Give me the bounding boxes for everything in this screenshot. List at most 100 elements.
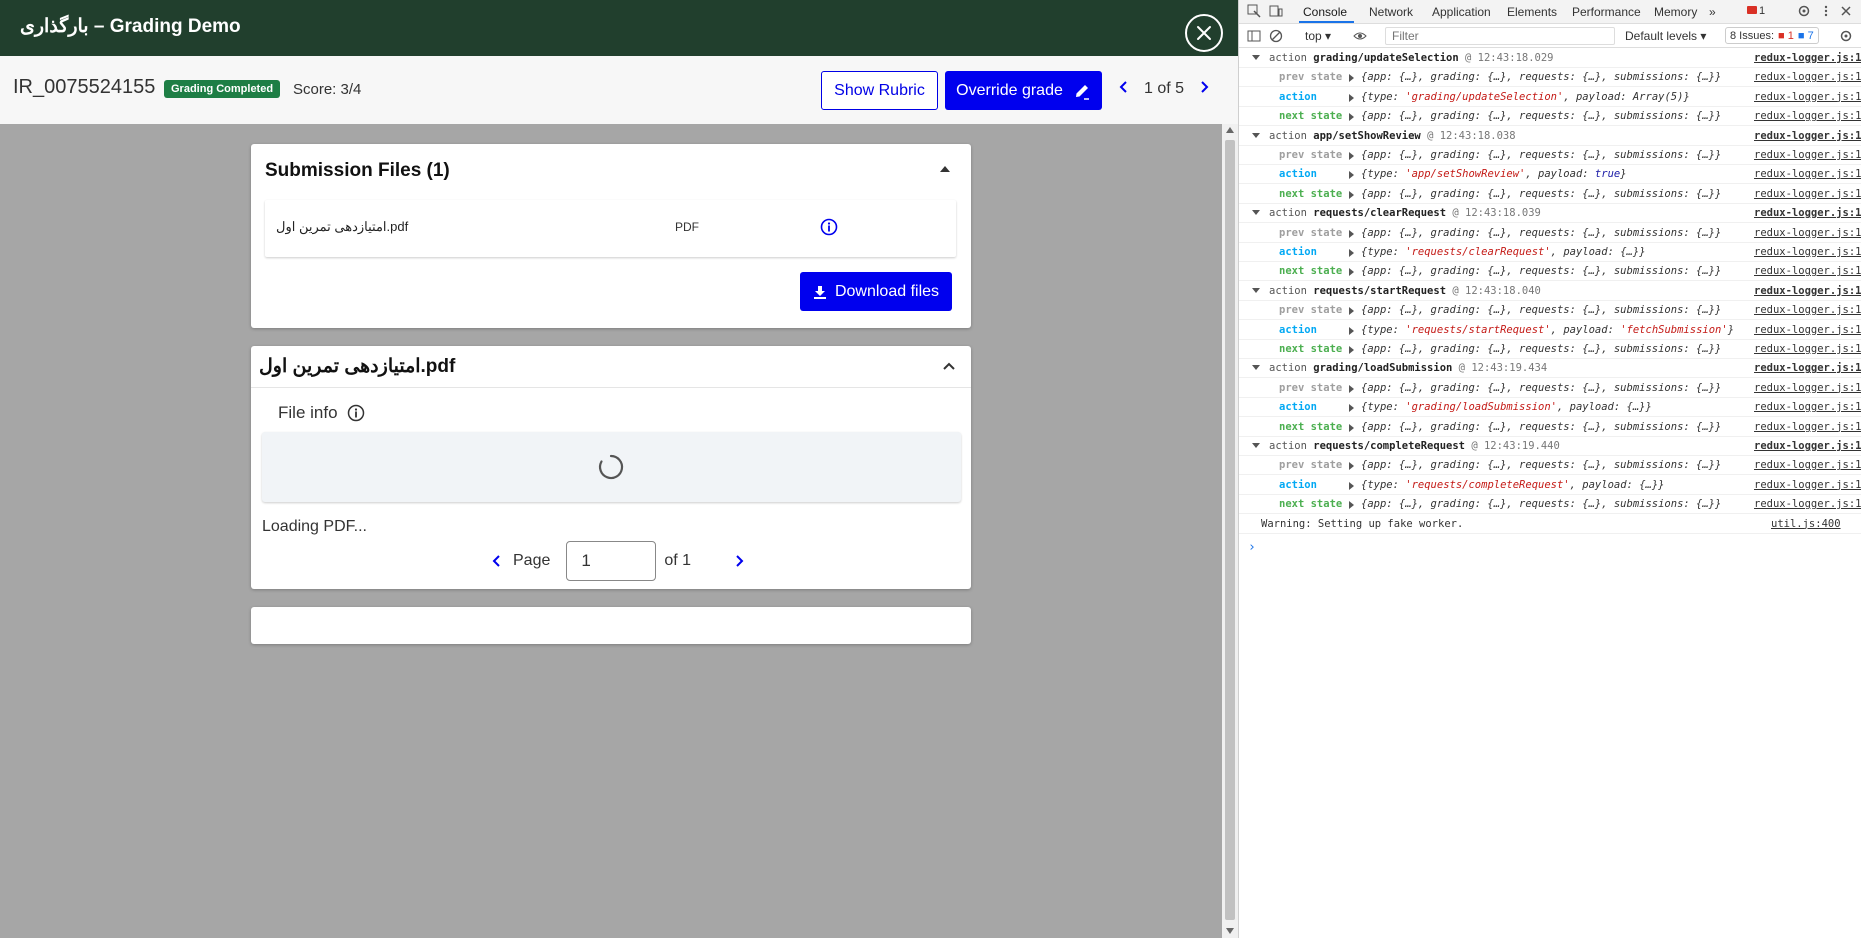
expand-triangle-icon[interactable] xyxy=(1349,384,1354,393)
source-link[interactable]: redux-logger.js:1 xyxy=(1754,246,1861,258)
more-tabs-icon[interactable]: » xyxy=(1709,5,1716,19)
settings-gear-icon[interactable] xyxy=(1797,4,1811,18)
scroll-thumb[interactable] xyxy=(1225,140,1235,920)
collapse-caret-icon[interactable] xyxy=(940,166,950,172)
expand-triangle-icon[interactable] xyxy=(1349,268,1354,277)
expand-triangle-icon[interactable] xyxy=(1349,462,1354,471)
log-prev-state-row[interactable]: prev state {app: {…}, grading: {…}, reque… xyxy=(1239,224,1861,243)
sidebar-toggle-icon[interactable] xyxy=(1247,29,1261,43)
context-selector[interactable]: top ▾ xyxy=(1305,29,1331,43)
source-link[interactable]: redux-logger.js:1 xyxy=(1754,343,1861,355)
expand-triangle-icon[interactable] xyxy=(1349,152,1354,160)
source-link[interactable]: redux-logger.js:1 xyxy=(1754,71,1861,83)
expand-triangle-icon[interactable] xyxy=(1349,346,1354,354)
expand-triangle-icon[interactable] xyxy=(1349,113,1354,122)
source-link[interactable]: redux-logger.js:1 xyxy=(1754,304,1861,316)
scroll-down-arrow-icon[interactable] xyxy=(1226,928,1234,934)
expand-triangle-icon[interactable] xyxy=(1349,171,1354,180)
log-action-row[interactable]: action {type: 'requests/clearRequest', pa… xyxy=(1239,243,1861,262)
source-link[interactable]: redux-logger.js:1 xyxy=(1754,168,1861,180)
page-number-input[interactable] xyxy=(566,541,657,581)
file-row[interactable]: امتیازدهی تمرین اول.pdf PDF xyxy=(265,200,956,257)
expand-triangle-icon[interactable] xyxy=(1252,443,1260,448)
source-link[interactable]: redux-logger.js:1 xyxy=(1754,130,1861,142)
log-group-row[interactable]: action requests/completeRequest @ 12:43:… xyxy=(1239,437,1861,456)
kebab-menu-icon[interactable] xyxy=(1819,4,1833,18)
log-action-row[interactable]: action {type: 'app/setShowReview', payloa… xyxy=(1239,165,1861,185)
log-prev-state-row[interactable]: prev state {app: {…}, grading: {…}, reque… xyxy=(1239,146,1861,165)
log-next-state-row[interactable]: next state {app: {…}, grading: {…}, reque… xyxy=(1239,262,1861,282)
device-toolbar-icon[interactable] xyxy=(1269,4,1283,18)
next-submission-button[interactable] xyxy=(1200,78,1210,99)
log-group-row[interactable]: action requests/clearRequest @ 12:43:18.… xyxy=(1239,204,1861,224)
expand-triangle-icon[interactable] xyxy=(1252,132,1260,138)
scroll-up-arrow-icon[interactable] xyxy=(1226,127,1234,133)
log-action-row[interactable]: action {type: 'grading/loadSubmission', p… xyxy=(1239,398,1861,418)
log-next-state-row[interactable]: next state {app: {…}, grading: {…}, reque… xyxy=(1239,340,1861,359)
expand-triangle-icon[interactable] xyxy=(1349,190,1354,199)
source-link[interactable]: redux-logger.js:1 xyxy=(1754,362,1861,374)
source-link[interactable]: redux-logger.js:1 xyxy=(1754,110,1861,122)
log-group-row[interactable]: action app/setShowReview @ 12:43:18.038 r… xyxy=(1239,127,1861,146)
expand-triangle-icon[interactable] xyxy=(1349,74,1354,83)
tab-network[interactable]: Network xyxy=(1369,5,1413,19)
log-prev-state-row[interactable]: prev state {app: {…}, grading: {…}, reque… xyxy=(1239,68,1861,88)
source-link[interactable]: redux-logger.js:1 xyxy=(1754,188,1861,200)
log-next-state-row[interactable]: next state {app: {…}, grading: {…}, reque… xyxy=(1239,495,1861,515)
inspect-element-icon[interactable] xyxy=(1247,4,1261,18)
expand-triangle-icon[interactable] xyxy=(1349,481,1354,490)
info-icon[interactable] xyxy=(820,218,838,236)
source-link[interactable]: redux-logger.js:1 xyxy=(1754,265,1861,277)
log-levels-dropdown[interactable]: Default levels ▾ xyxy=(1625,29,1706,43)
expand-triangle-icon[interactable] xyxy=(1252,287,1260,293)
issues-button[interactable]: 8 Issues: ■ 1 ■ 7 xyxy=(1725,27,1819,44)
console-settings-icon[interactable] xyxy=(1839,29,1853,43)
expand-triangle-icon[interactable] xyxy=(1349,501,1354,510)
show-rubric-button[interactable]: Show Rubric xyxy=(821,71,938,110)
expand-triangle-icon[interactable] xyxy=(1349,307,1354,316)
expand-triangle-icon[interactable] xyxy=(1252,55,1260,60)
source-link[interactable]: redux-logger.js:1 xyxy=(1754,285,1861,297)
log-prev-state-row[interactable]: prev state {app: {…}, grading: {…}, reque… xyxy=(1239,456,1861,476)
prev-page-button[interactable] xyxy=(491,554,501,568)
source-link[interactable]: redux-logger.js:1 xyxy=(1754,498,1861,510)
log-group-row[interactable]: action requests/startRequest @ 12:43:18.… xyxy=(1239,282,1861,301)
file-info[interactable]: File info xyxy=(278,403,365,423)
log-prev-state-row[interactable]: prev state {app: {…}, grading: {…}, reque… xyxy=(1239,301,1861,321)
console-prompt[interactable]: › xyxy=(1239,534,1861,555)
close-button[interactable] xyxy=(1185,14,1223,52)
expand-triangle-icon[interactable] xyxy=(1349,249,1354,257)
expand-triangle-icon[interactable] xyxy=(1349,423,1354,432)
override-grade-button[interactable]: Override grade xyxy=(945,71,1102,110)
download-files-button[interactable]: Download files xyxy=(800,272,952,311)
next-page-button[interactable] xyxy=(735,554,745,568)
prev-submission-button[interactable] xyxy=(1118,78,1128,99)
log-action-row[interactable]: action {type: 'requests/startRequest', pa… xyxy=(1239,321,1861,340)
chevron-up-icon[interactable] xyxy=(941,358,957,374)
source-link[interactable]: redux-logger.js:1 xyxy=(1754,421,1861,433)
log-next-state-row[interactable]: next state {app: {…}, grading: {…}, reque… xyxy=(1239,185,1861,204)
source-link[interactable]: util.js:400 xyxy=(1771,518,1841,530)
log-action-row[interactable]: action {type: 'requests/completeRequest',… xyxy=(1239,476,1861,495)
source-link[interactable]: redux-logger.js:1 xyxy=(1754,440,1861,452)
eye-icon[interactable] xyxy=(1353,29,1367,43)
source-link[interactable]: redux-logger.js:1 xyxy=(1754,324,1861,336)
log-group-row[interactable]: action grading/loadSubmission @ 12:43:19… xyxy=(1239,359,1861,379)
source-link[interactable]: redux-logger.js:1 xyxy=(1754,401,1861,413)
source-link[interactable]: redux-logger.js:1 xyxy=(1754,459,1861,471)
close-devtools-icon[interactable] xyxy=(1839,4,1853,18)
expand-triangle-icon[interactable] xyxy=(1349,404,1354,413)
error-count-badge[interactable]: 1 xyxy=(1747,5,1765,17)
console-filter-input[interactable] xyxy=(1385,27,1615,45)
expand-triangle-icon[interactable] xyxy=(1252,210,1260,216)
source-link[interactable]: redux-logger.js:1 xyxy=(1754,149,1861,161)
source-link[interactable]: redux-logger.js:1 xyxy=(1754,227,1861,239)
tab-memory[interactable]: Memory xyxy=(1654,5,1697,19)
log-next-state-row[interactable]: next state {app: {…}, grading: {…}, reque… xyxy=(1239,418,1861,437)
app-scrollbar[interactable] xyxy=(1222,124,1238,938)
source-link[interactable]: redux-logger.js:1 xyxy=(1754,207,1861,219)
source-link[interactable]: redux-logger.js:1 xyxy=(1754,52,1861,64)
expand-triangle-icon[interactable] xyxy=(1349,93,1354,102)
pdf-viewer-header[interactable]: امتیازدهی تمرین اول.pdf xyxy=(251,346,971,388)
tab-elements[interactable]: Elements xyxy=(1507,5,1557,19)
